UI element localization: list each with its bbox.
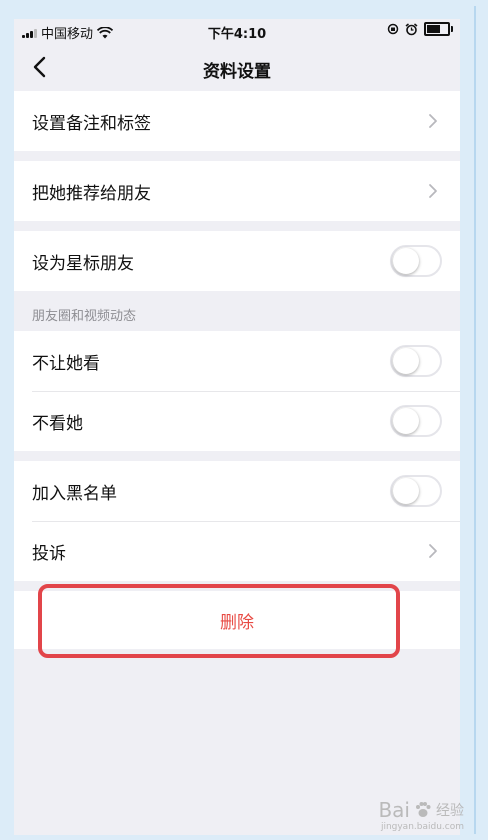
watermark-brand: Bai bbox=[378, 798, 410, 822]
status-left: 中国移动 bbox=[22, 23, 114, 42]
star-toggle[interactable] bbox=[390, 245, 442, 277]
carrier-label: 中国移动 bbox=[41, 27, 94, 42]
nav-bar: 资料设置 bbox=[14, 43, 460, 91]
signal-icon bbox=[22, 28, 37, 38]
paw-logo-icon bbox=[416, 802, 431, 817]
group-gap bbox=[14, 451, 460, 461]
status-time: 下午4:10 bbox=[207, 27, 267, 42]
delete-button[interactable]: 删除 bbox=[14, 591, 460, 649]
status-bar: 中国移动 下午4:10 bbox=[14, 19, 460, 43]
orientation-lock-icon bbox=[387, 23, 399, 35]
chevron-right-icon bbox=[429, 184, 437, 198]
watermark: Bai 经验 jingyan.baidu.com bbox=[378, 798, 464, 832]
hide-her-label: 不看她 bbox=[32, 413, 83, 434]
chevron-right-icon bbox=[429, 544, 437, 558]
alarm-icon bbox=[405, 22, 418, 35]
hide-from-toggle[interactable] bbox=[390, 345, 442, 377]
remark-cell[interactable]: 设置备注和标签 bbox=[14, 91, 460, 151]
page-title: 资料设置 bbox=[203, 62, 271, 82]
blacklist-toggle[interactable] bbox=[390, 475, 442, 507]
remark-group: 设置备注和标签 bbox=[14, 91, 460, 151]
report-cell[interactable]: 投诉 bbox=[14, 521, 460, 581]
star-label: 设为星标朋友 bbox=[32, 253, 134, 274]
group-gap bbox=[14, 151, 460, 161]
blacklist-group: 加入黑名单 投诉 bbox=[14, 461, 460, 581]
hide-from-cell: 不让她看 bbox=[14, 331, 460, 391]
group-gap bbox=[14, 221, 460, 231]
wifi-icon bbox=[97, 26, 114, 38]
watermark-url: jingyan.baidu.com bbox=[380, 822, 464, 832]
recommend-group: 把她推荐给朋友 bbox=[14, 161, 460, 221]
recommend-label: 把她推荐给朋友 bbox=[32, 183, 151, 204]
star-group: 设为星标朋友 bbox=[14, 231, 460, 291]
delete-label: 删除 bbox=[220, 612, 254, 633]
moments-section-header: 朋友圈和视频动态 bbox=[32, 309, 137, 324]
remark-label: 设置备注和标签 bbox=[32, 113, 151, 134]
battery-icon bbox=[424, 22, 453, 36]
status-right bbox=[387, 22, 453, 36]
group-gap bbox=[14, 581, 460, 591]
chevron-right-icon bbox=[429, 114, 437, 128]
phone-screen: 中国移动 下午4:10 资料设置 设置备注和标签 把她推荐给朋友 设为星标朋友 … bbox=[14, 19, 460, 835]
report-label: 投诉 bbox=[32, 543, 66, 564]
hide-from-label: 不让她看 bbox=[32, 353, 100, 374]
moments-group: 不让她看 不看她 bbox=[14, 331, 460, 451]
frame-border bbox=[474, 6, 476, 834]
recommend-cell[interactable]: 把她推荐给朋友 bbox=[14, 161, 460, 221]
blacklist-cell: 加入黑名单 bbox=[14, 461, 460, 521]
back-chevron-icon[interactable] bbox=[30, 55, 50, 79]
star-cell: 设为星标朋友 bbox=[14, 231, 460, 291]
hide-her-cell: 不看她 bbox=[14, 391, 460, 451]
watermark-suffix: 经验 bbox=[436, 803, 464, 819]
hide-her-toggle[interactable] bbox=[390, 405, 442, 437]
blacklist-label: 加入黑名单 bbox=[32, 483, 117, 504]
